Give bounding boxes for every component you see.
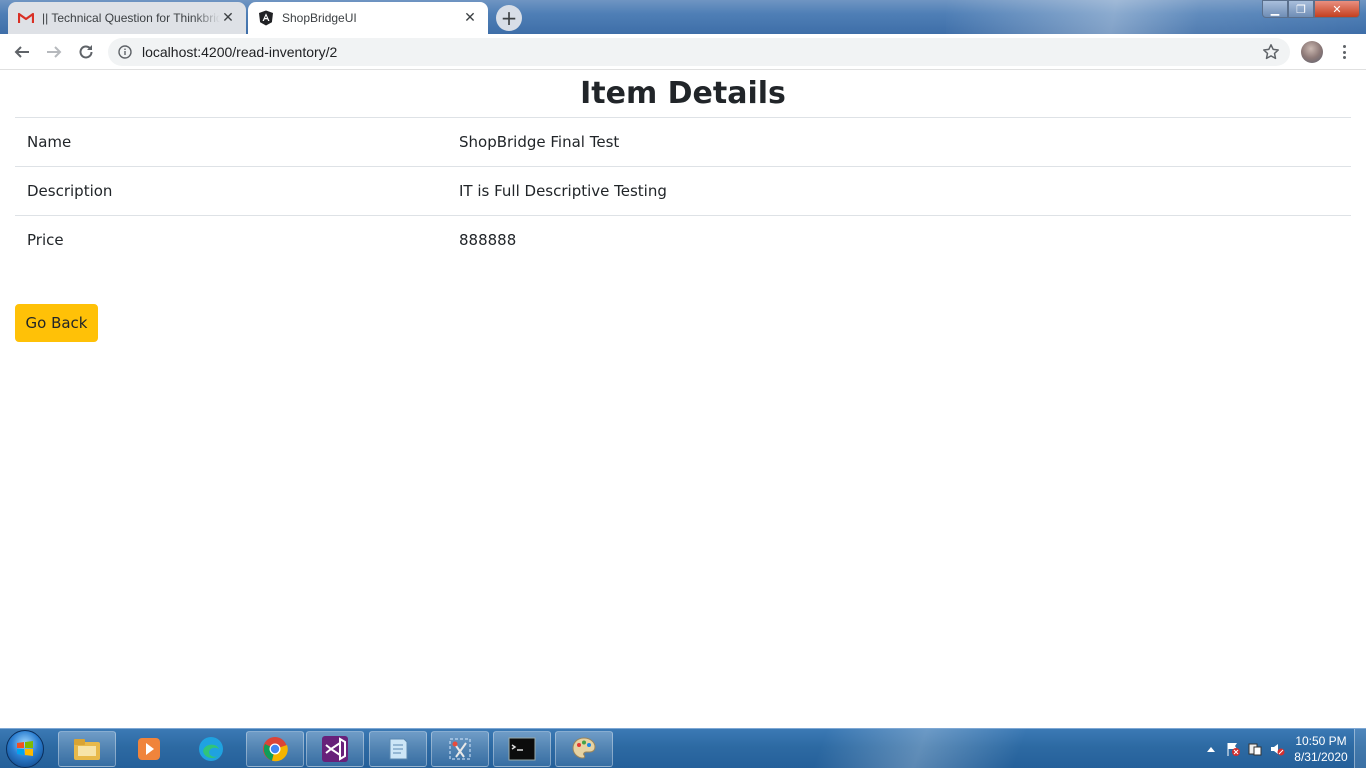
reload-button[interactable] [72, 38, 100, 66]
tab-gmail[interactable]: || Technical Question for Thinkbridge ✕ [8, 2, 246, 34]
row-label-description: Description [15, 166, 447, 216]
row-label-name: Name [15, 117, 447, 167]
close-window-button[interactable]: ✕ [1314, 0, 1360, 18]
table-row: Name ShopBridge Final Test [15, 117, 1351, 167]
edge-icon[interactable] [182, 731, 240, 767]
show-hidden-icons-icon[interactable] [1200, 738, 1222, 760]
window-controls: ▁ ❐ ✕ [1262, 0, 1360, 18]
profile-avatar[interactable] [1301, 41, 1323, 63]
tab-title: || Technical Question for Thinkbridge [42, 11, 220, 25]
angular-icon [258, 10, 274, 26]
tab-title: ShopBridgeUI [282, 11, 357, 25]
reload-icon [79, 44, 93, 58]
info-icon [118, 45, 132, 59]
start-button[interactable] [6, 730, 44, 768]
forward-button[interactable] [40, 38, 68, 66]
volume-muted-icon[interactable] [1266, 738, 1288, 760]
table-row: Description IT is Full Descriptive Testi… [15, 166, 1351, 216]
bookmark-star-icon [1263, 44, 1279, 60]
gmail-icon [18, 10, 34, 26]
row-label-price: Price [15, 215, 447, 265]
go-back-button[interactable]: Go Back [15, 304, 98, 342]
back-arrow-icon [14, 45, 29, 58]
snipping-icon[interactable] [431, 731, 489, 767]
tab-shopbridge[interactable]: ShopBridgeUI ✕ [248, 2, 488, 34]
page-content: Item Details Name ShopBridge Final Test … [0, 71, 1366, 728]
explorer-icon[interactable] [58, 731, 116, 767]
row-value-description: IT is Full Descriptive Testing [447, 166, 1351, 216]
action-center-flag-icon[interactable] [1222, 738, 1244, 760]
item-details-table: Name ShopBridge Final Test Description I… [15, 117, 1351, 265]
notepad-icon[interactable] [369, 731, 427, 767]
browser-menu-icon[interactable] [1336, 42, 1352, 62]
page-title: Item Details [580, 76, 786, 111]
table-row: Price 888888 [15, 215, 1351, 265]
network-icon[interactable] [1244, 738, 1266, 760]
clock-date: 8/31/2020 [1294, 750, 1348, 764]
minimize-button[interactable]: ▁ [1262, 0, 1288, 18]
row-value-price: 888888 [447, 215, 1351, 265]
browser-toolbar: localhost:4200/read-inventory/2 [0, 34, 1366, 70]
clock-time: 10:50 PM [1295, 734, 1347, 748]
address-bar[interactable]: localhost:4200/read-inventory/2 [108, 38, 1290, 66]
row-value-name: ShopBridge Final Test [447, 117, 1351, 167]
taskbar-clock[interactable]: 10:50 PM 8/31/2020 [1288, 733, 1354, 765]
forward-arrow-icon [47, 45, 62, 58]
chrome-icon[interactable] [246, 731, 304, 767]
maximize-button[interactable]: ❐ [1288, 0, 1314, 18]
back-button[interactable] [8, 38, 36, 66]
url-text: localhost:4200/read-inventory/2 [142, 44, 338, 60]
paint-icon[interactable] [555, 731, 613, 767]
close-tab-icon[interactable]: ✕ [220, 10, 236, 26]
close-tab-icon[interactable]: ✕ [462, 10, 478, 26]
taskbar: 10:50 PM 8/31/2020 [0, 728, 1366, 768]
system-tray: 10:50 PM 8/31/2020 [1200, 729, 1366, 768]
media-player-icon[interactable] [120, 731, 178, 767]
cmd-icon[interactable] [493, 731, 551, 767]
windows-logo-icon [17, 741, 33, 756]
show-desktop-button[interactable] [1354, 729, 1366, 768]
visual-studio-icon[interactable] [306, 731, 364, 767]
new-tab-button[interactable]: + [496, 5, 522, 31]
browser-tab-strip: || Technical Question for Thinkbridge ✕ … [0, 0, 1366, 34]
